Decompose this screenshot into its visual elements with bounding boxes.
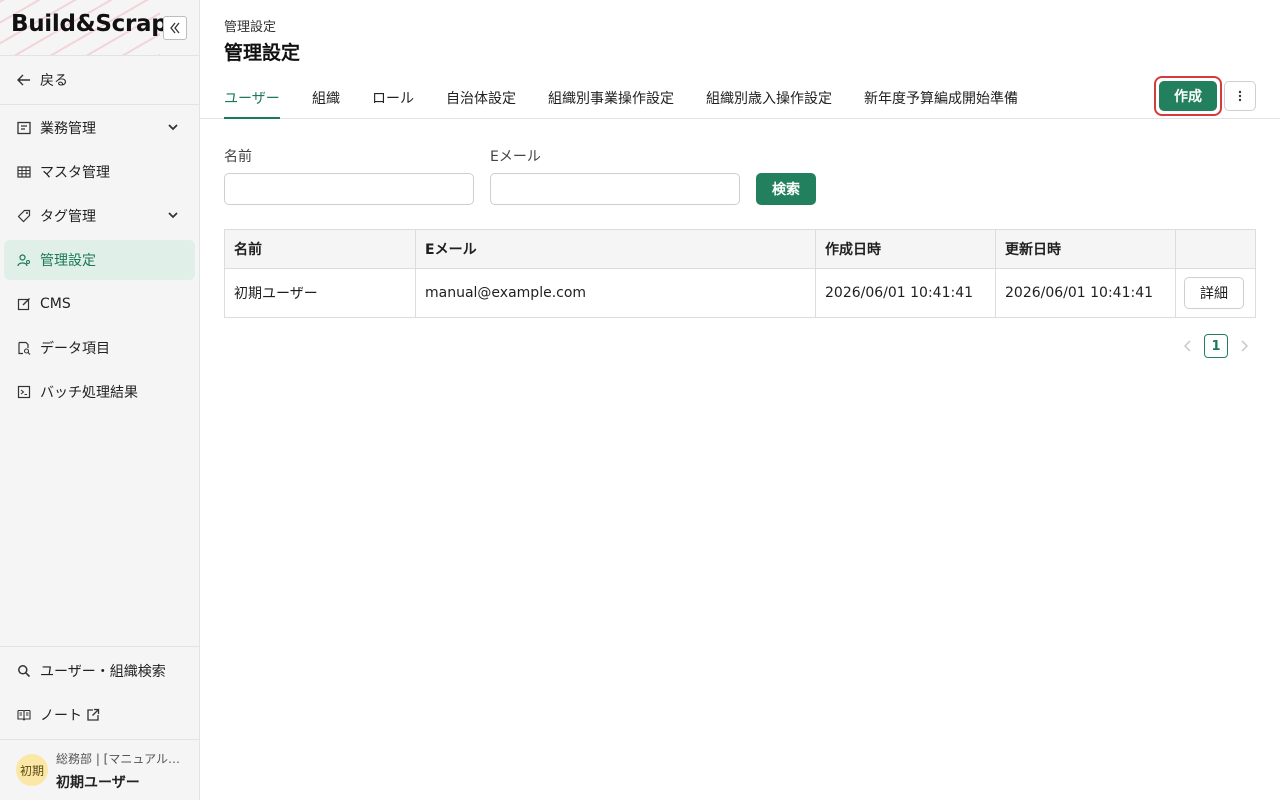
users-gear-icon [16, 252, 32, 268]
sidebar-item-admin-settings[interactable]: 管理設定 [4, 240, 195, 280]
cell-name: 初期ユーザー [225, 269, 416, 317]
collapse-sidebar-button[interactable] [163, 16, 187, 40]
cell-email: manual@example.com [416, 269, 816, 317]
terminal-icon [16, 384, 32, 400]
avatar: 初期 [16, 754, 48, 786]
column-header-name: 名前 [225, 230, 416, 268]
prev-page-icon[interactable] [1182, 338, 1194, 354]
sidebar-item-user-org-search[interactable]: ユーザー・組織検索 [4, 651, 195, 691]
page-number-current[interactable]: 1 [1204, 334, 1228, 358]
logo-area: Build&Scrap [0, 0, 199, 56]
column-header-actions [1176, 230, 1255, 268]
user-name: 初期ユーザー [56, 775, 140, 791]
tab-new-fiscal-year-prep[interactable]: 新年度予算編成開始準備 [864, 88, 1018, 119]
more-options-button[interactable] [1224, 81, 1256, 111]
tab-users[interactable]: ユーザー [224, 88, 280, 119]
cell-updated: 2026/06/01 10:41:41 [996, 269, 1176, 317]
document-search-icon [16, 340, 32, 356]
arrow-left-icon [16, 72, 32, 88]
create-button[interactable]: 作成 [1159, 81, 1217, 111]
cell-created: 2026/06/01 10:41:41 [816, 269, 996, 317]
tab-organizations[interactable]: 組織 [312, 88, 340, 119]
sidebar-item-tags[interactable]: タグ管理 [4, 196, 195, 236]
sidebar-divider [0, 646, 199, 647]
tab-org-revenue-settings[interactable]: 組織別歳入操作設定 [706, 88, 832, 119]
chevron-down-icon [168, 212, 178, 219]
app-logo[interactable]: Build&Scrap [11, 11, 168, 37]
name-filter-label: 名前 [224, 149, 252, 165]
tab-roles[interactable]: ロール [372, 88, 414, 119]
detail-button[interactable]: 詳細 [1184, 277, 1244, 309]
back-label: 戻る [40, 73, 68, 89]
sidebar-item-label: 業務管理 [40, 121, 96, 137]
sidebar-item-label: ユーザー・組織検索 [40, 664, 166, 680]
column-header-email: Eメール [416, 230, 816, 268]
page-title: 管理設定 [224, 42, 301, 64]
sidebar-item-label: バッチ処理結果 [40, 385, 138, 401]
book-icon [16, 707, 32, 723]
vertical-ellipsis-icon [1238, 90, 1242, 102]
column-header-created: 作成日時 [816, 230, 996, 268]
column-header-updated: 更新日時 [996, 230, 1176, 268]
cell-actions: 詳細 [1176, 269, 1255, 317]
sidebar-item-label: タグ管理 [40, 209, 96, 225]
double-chevron-left-icon [170, 22, 180, 34]
sidebar-item-label: CMS [40, 296, 71, 312]
ledger-icon [16, 120, 32, 136]
name-filter-input[interactable] [224, 173, 474, 205]
breadcrumb[interactable]: 管理設定 [224, 16, 276, 35]
email-filter-label: Eメール [490, 149, 541, 165]
table-icon [16, 164, 32, 180]
sidebar-item-notes[interactable]: ノート [4, 695, 195, 735]
user-org: 総務部 | [マニュアル… [56, 752, 180, 766]
sidebar-item-business[interactable]: 業務管理 [4, 108, 195, 148]
table-row: 初期ユーザー manual@example.com 2026/06/01 10:… [225, 269, 1255, 317]
user-profile[interactable]: 初期 総務部 | [マニュアル… 初期ユーザー [0, 740, 199, 800]
sidebar: Build&Scrap 戻る 業務管理 マスタ管理 タグ管理 管理設定 CMS … [0, 0, 200, 800]
next-page-icon[interactable] [1238, 338, 1250, 354]
tab-municipality-settings[interactable]: 自治体設定 [446, 88, 516, 119]
search-icon [16, 663, 32, 679]
edit-icon [16, 296, 32, 312]
sidebar-item-data-fields[interactable]: データ項目 [4, 328, 195, 368]
sidebar-item-master[interactable]: マスタ管理 [4, 152, 195, 192]
sidebar-item-label: マスタ管理 [40, 165, 110, 181]
search-button[interactable]: 検索 [756, 173, 816, 205]
email-filter-input[interactable] [490, 173, 740, 205]
chevron-down-icon [168, 124, 178, 131]
external-link-icon [87, 708, 100, 721]
sidebar-item-label: 管理設定 [40, 253, 96, 269]
tab-org-project-settings[interactable]: 組織別事業操作設定 [548, 88, 674, 119]
sidebar-item-label: ノート [40, 708, 82, 724]
tag-icon [16, 208, 32, 224]
sidebar-item-label: データ項目 [40, 341, 110, 357]
sidebar-item-batch-results[interactable]: バッチ処理結果 [4, 372, 195, 412]
table-header-row: 名前 Eメール 作成日時 更新日時 [225, 230, 1255, 269]
users-table: 名前 Eメール 作成日時 更新日時 初期ユーザー manual@example.… [224, 229, 1256, 318]
back-link[interactable]: 戻る [4, 60, 195, 100]
tab-bar: ユーザー 組織 ロール 自治体設定 組織別事業操作設定 組織別歳入操作設定 新年… [200, 72, 1280, 119]
sidebar-divider [0, 104, 199, 105]
sidebar-item-cms[interactable]: CMS [4, 284, 195, 324]
